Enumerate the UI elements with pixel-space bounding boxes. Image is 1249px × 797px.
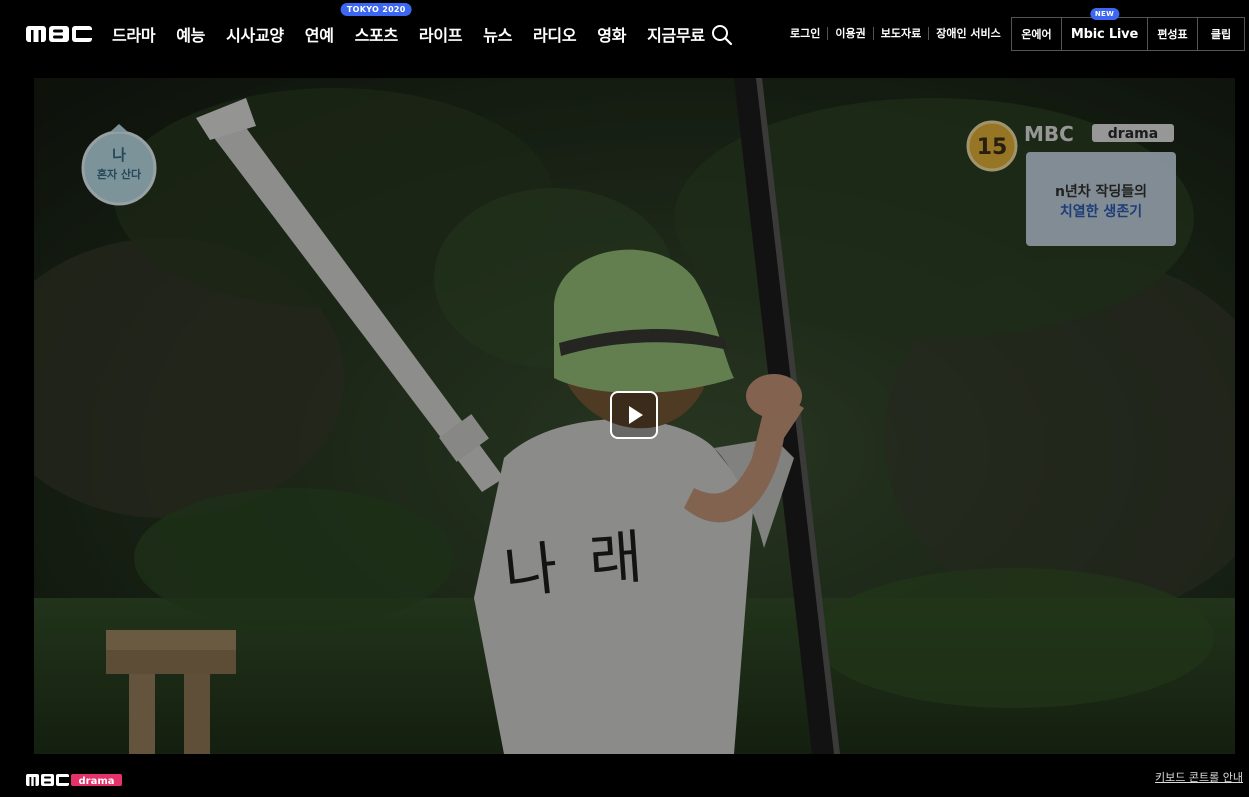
- schedule-button[interactable]: 편성표: [1148, 18, 1198, 50]
- main-nav: 드라마 예능 시사교양 연예 TOKYO 2020 스포츠 라이프 뉴스 라디오…: [112, 3, 726, 46]
- video-player[interactable]: 나 래 나 혼자 산다 15 MBC drama n년차 작딩들의 치열한 생존…: [34, 78, 1235, 754]
- nav-item-movie[interactable]: 영화: [597, 22, 626, 46]
- nav-item-news[interactable]: 뉴스: [483, 22, 512, 46]
- press-link[interactable]: 보도자료: [872, 27, 928, 40]
- login-link[interactable]: 로그인: [790, 27, 827, 40]
- clip-button[interactable]: 클립: [1198, 18, 1244, 50]
- mbc-drama-logo: drama: [26, 774, 122, 787]
- nav-item-life[interactable]: 라이프: [419, 22, 463, 46]
- site-header: 드라마 예능 시사교양 연예 TOKYO 2020 스포츠 라이프 뉴스 라디오…: [0, 0, 1249, 68]
- svg-text:drama: drama: [78, 776, 114, 787]
- nav-item-drama[interactable]: 드라마: [112, 22, 156, 46]
- mbic-live-button[interactable]: NEW Mbic Live: [1062, 8, 1148, 50]
- mbic-live-logo: Mbic Live: [1070, 26, 1139, 42]
- keyboard-control-guide-link[interactable]: 키보드 콘트롤 안내: [1155, 769, 1243, 785]
- nav-item-radio[interactable]: 라디오: [533, 22, 577, 46]
- mbc-logo[interactable]: [26, 24, 92, 44]
- play-button[interactable]: [610, 391, 658, 439]
- nav-item-entertainment[interactable]: 예능: [176, 22, 205, 46]
- nav-item-sports[interactable]: TOKYO 2020 스포츠: [340, 3, 412, 46]
- utility-links: 로그인 이용권 보도자료 장애인 서비스: [790, 27, 1008, 40]
- pass-link[interactable]: 이용권: [827, 27, 872, 40]
- play-icon: [629, 406, 643, 424]
- accessibility-link[interactable]: 장애인 서비스: [928, 27, 1008, 40]
- nav-item-culture[interactable]: 시사교양: [226, 22, 284, 46]
- tokyo-2020-badge: TOKYO 2020: [340, 3, 412, 16]
- new-badge: NEW: [1089, 8, 1120, 20]
- search-icon[interactable]: [711, 24, 733, 46]
- nav-item-free-now[interactable]: 지금무료: [647, 22, 705, 46]
- onair-button[interactable]: 온에어: [1012, 18, 1062, 50]
- nav-item-celeb[interactable]: 연예: [305, 22, 334, 46]
- service-buttons: 온에어 NEW Mbic Live 편성표 클립: [1011, 8, 1245, 51]
